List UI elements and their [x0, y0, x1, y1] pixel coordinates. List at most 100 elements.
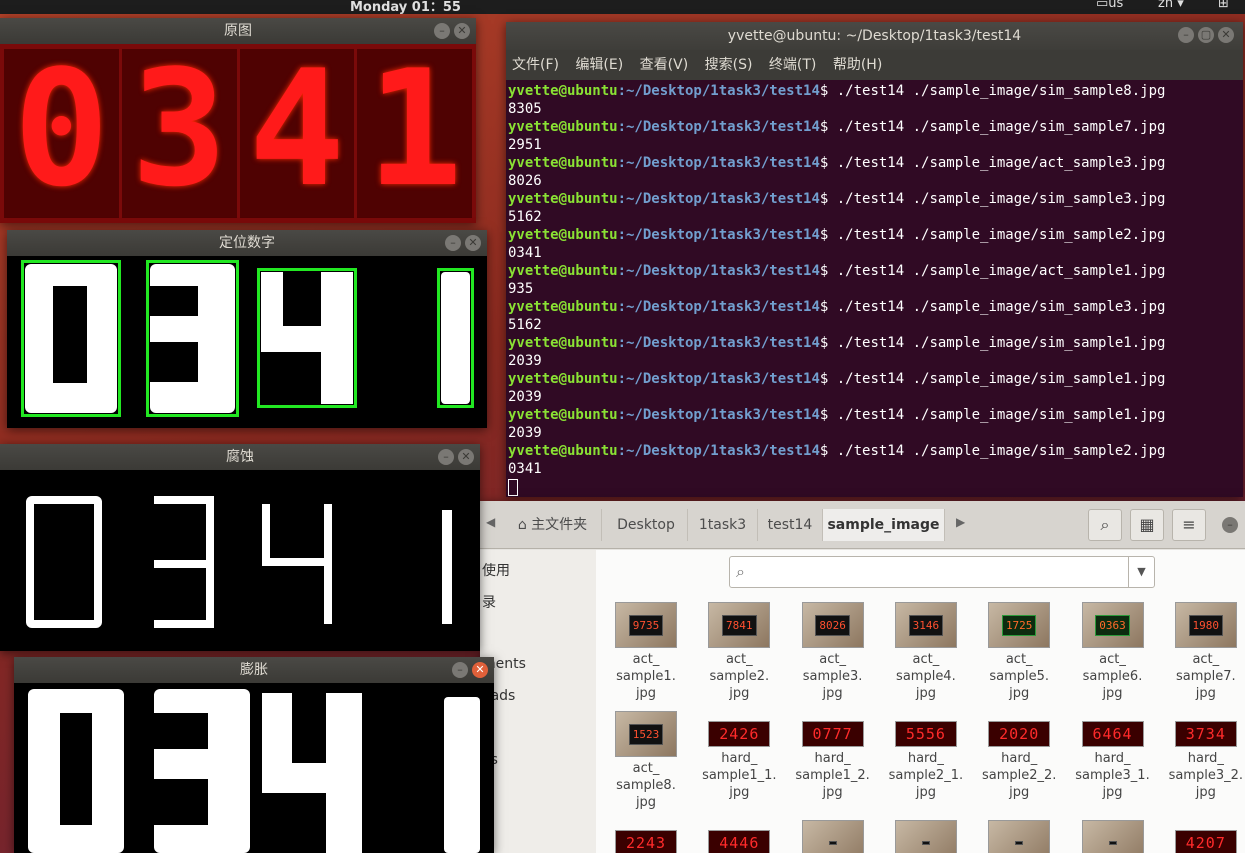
file-name-line: jpg [1102, 785, 1123, 800]
locate-digits-window[interactable]: 定位数字 – ✕ [7, 230, 487, 428]
file-name-line: act_ [1005, 652, 1033, 667]
file-item[interactable]: 3734 hard_ sample3_2. jpg [1160, 711, 1245, 801]
file-item[interactable]: 1523 act_ sample8. jpg [600, 711, 692, 811]
network-icon[interactable]: ⊞ [1218, 0, 1229, 11]
search-input[interactable]: ⌕ ▼ [729, 556, 1155, 588]
file-item[interactable]: 2020 hard_ sample2_2. jpg [973, 711, 1065, 801]
menu-file[interactable]: 文件(F) [512, 57, 559, 73]
crumb-test14[interactable]: test14 [758, 509, 823, 541]
minimize-button[interactable]: – [452, 662, 468, 678]
window-titlebar[interactable]: 腐蚀 – ✕ [0, 444, 480, 470]
close-button[interactable]: ✕ [1218, 27, 1234, 43]
file-item[interactable]: 9735 act_ sample1. jpg [600, 602, 692, 702]
terminal-output-line: 0341 [508, 245, 542, 261]
terminal-command-line: yvette@ubuntu:~/Desktop/1task3/test14$ .… [508, 299, 1166, 315]
file-item[interactable]: 5556 hard_ sample2_1. jpg [880, 711, 972, 801]
crumb-home[interactable]: ⌂ 主文件夹 [504, 509, 602, 541]
maximize-button[interactable]: ▢ [1198, 27, 1214, 43]
window-titlebar[interactable]: 定位数字 – ✕ [7, 230, 487, 256]
file-item[interactable]: 0777 hard_ sample1_2. jpg [787, 711, 879, 801]
menu-button[interactable]: ≡ [1172, 509, 1206, 541]
crumb-1task3[interactable]: 1task3 [688, 509, 758, 541]
file-item[interactable]: 4207 [1160, 820, 1245, 853]
minimize-button[interactable]: – [445, 235, 461, 251]
file-item[interactable]: 2426 hard_ sample1_1. jpg [693, 711, 785, 801]
file-thumbnail: 1980 [1174, 602, 1237, 648]
file-item[interactable]: 6464 hard_ sample3_1. jpg [1067, 711, 1159, 801]
file-manager-window[interactable]: ◀ ⌂ 主文件夹 Desktop 1task3 test14 sample_im… [480, 501, 1245, 853]
terminal-output-line: 5162 [508, 317, 542, 333]
minimize-button[interactable]: – [434, 23, 450, 39]
file-thumbnail: 3734 [1174, 721, 1237, 747]
crumb-desktop[interactable]: Desktop [605, 509, 688, 541]
menu-search[interactable]: 搜索(S) [705, 57, 753, 73]
dilate-window[interactable]: 膨胀 – ✕ [14, 657, 494, 853]
file-item[interactable]: 7841 act_ sample2. jpg [693, 602, 785, 702]
file-name-line: sample5. [989, 669, 1050, 684]
file-item[interactable]: 4446 [693, 820, 785, 853]
terminal-output-line: 2039 [508, 389, 542, 405]
chevron-down-icon[interactable]: ▼ [1128, 557, 1154, 587]
dilated-digit-1 [444, 697, 480, 853]
menu-help[interactable]: 帮助(H) [833, 57, 882, 73]
search-button[interactable]: ⌕ [1088, 509, 1122, 541]
file-manager-headerbar: ◀ ⌂ 主文件夹 Desktop 1task3 test14 sample_im… [480, 501, 1245, 549]
input-method-indicator[interactable]: zh ▾ [1158, 0, 1184, 11]
file-name-line: hard_ [1187, 751, 1224, 766]
close-button[interactable]: ✕ [465, 235, 481, 251]
list-view-icon: ▦ [1139, 515, 1155, 534]
terminal-command-line: yvette@ubuntu:~/Desktop/1task3/test14$ .… [508, 83, 1166, 99]
back-arrow-icon[interactable]: ◀ [486, 515, 495, 529]
file-item[interactable]: 8026 act_ sample3. jpg [787, 602, 879, 702]
file-item[interactable] [973, 820, 1065, 853]
keyboard-indicator[interactable]: ▭us [1096, 0, 1123, 11]
terminal-command-line: yvette@ubuntu:~/Desktop/1task3/test14$ .… [508, 227, 1166, 243]
file-thumbnail: 4446 [708, 830, 771, 853]
window-title: 定位数字 [219, 235, 275, 251]
menu-terminal[interactable]: 终端(T) [769, 57, 816, 73]
terminal-command-line: yvette@ubuntu:~/Desktop/1task3/test14$ .… [508, 155, 1166, 171]
file-thumbnail [988, 820, 1051, 853]
original-image-window[interactable]: 原图 – ✕ 0 3 4 1 [0, 18, 476, 223]
sidebar-item[interactable]: 使用 [482, 560, 510, 580]
file-item[interactable] [1067, 820, 1159, 853]
file-thumbnail: 3146 [894, 602, 957, 648]
minimize-button[interactable]: – [1222, 517, 1238, 533]
file-item[interactable]: 1980 act_ sample7. jpg [1160, 602, 1245, 702]
minimize-button[interactable]: – [438, 449, 454, 465]
menu-edit[interactable]: 编辑(E) [575, 57, 623, 73]
view-toggle-button[interactable]: ▦ [1130, 509, 1164, 541]
window-titlebar[interactable]: 膨胀 – ✕ [14, 657, 494, 683]
erode-window[interactable]: 腐蚀 – ✕ [0, 444, 480, 651]
file-item[interactable]: 0363 act_ sample6. jpg [1067, 602, 1159, 702]
file-item[interactable]: 1725 act_ sample5. jpg [973, 602, 1065, 702]
terminal-output[interactable]: yvette@ubuntu:~/Desktop/1task3/test14$ .… [506, 80, 1243, 496]
close-button[interactable]: ✕ [454, 23, 470, 39]
menu-view[interactable]: 查看(V) [640, 57, 689, 73]
window-titlebar[interactable]: 原图 – ✕ [0, 18, 476, 44]
file-name-line: jpg [1195, 686, 1216, 701]
eroded-digit-4-stem [324, 504, 332, 624]
clock[interactable]: Monday 01：55 [350, 0, 461, 14]
file-name-line: act_ [725, 652, 753, 667]
digit-cut [150, 286, 198, 316]
terminal-window[interactable]: yvette@ubuntu: ~/Desktop/1task3/test14 –… [506, 22, 1243, 497]
terminal-command-line: yvette@ubuntu:~/Desktop/1task3/test14$ .… [508, 191, 1166, 207]
minimize-button[interactable]: – [1178, 27, 1194, 43]
close-button[interactable]: ✕ [458, 449, 474, 465]
forward-arrow-icon[interactable]: ▶ [956, 515, 965, 529]
terminal-titlebar[interactable]: yvette@ubuntu: ~/Desktop/1task3/test14 –… [506, 22, 1243, 50]
file-item[interactable] [787, 820, 879, 853]
eroded-digit-1 [442, 510, 452, 624]
file-item[interactable]: 2243 [600, 820, 692, 853]
file-item[interactable]: 3146 act_ sample4. jpg [880, 602, 972, 702]
terminal-command-line: yvette@ubuntu:~/Desktop/1task3/test14$ .… [508, 263, 1166, 279]
file-item[interactable] [880, 820, 972, 853]
dilated-digit-4-stem [326, 693, 362, 853]
file-name-line: sample1_2. [795, 768, 870, 783]
crumb-sample-image[interactable]: sample_image [823, 509, 945, 541]
file-name-line: jpg [729, 686, 750, 701]
close-button[interactable]: ✕ [472, 662, 488, 678]
terminal-output-line: 935 [508, 281, 534, 297]
sidebar-item[interactable]: 录 [482, 592, 496, 612]
